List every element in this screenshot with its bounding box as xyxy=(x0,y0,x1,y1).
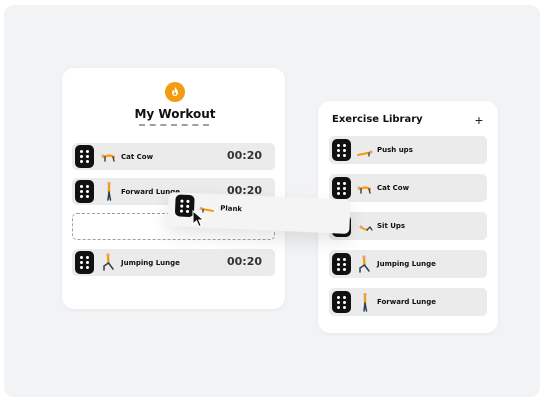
forward-lunge-figure-icon xyxy=(107,181,112,201)
exercise-name: Jumping Lunge xyxy=(377,260,436,268)
mouse-pointer-icon xyxy=(192,210,205,228)
exercise-timer: 00:20 xyxy=(226,255,262,268)
drag-handle-icon[interactable] xyxy=(332,139,351,161)
sit-up-figure-icon xyxy=(359,225,373,231)
jumping-lunge-figure-icon xyxy=(359,255,370,273)
exercise-name: Cat Cow xyxy=(121,153,154,161)
flame-icon xyxy=(165,82,185,102)
drag-handle-icon[interactable] xyxy=(332,291,351,313)
library-item-push-ups[interactable]: Push ups xyxy=(329,136,487,164)
drag-handle-icon[interactable] xyxy=(75,180,94,203)
drag-handle-icon[interactable] xyxy=(332,177,351,199)
exercise-name: Cat Cow xyxy=(377,184,410,192)
exercise-timer: 00:20 xyxy=(226,149,262,162)
workout-title: My Workout xyxy=(134,107,216,121)
exercise-name: Jumping Lunge xyxy=(121,259,180,267)
library-item-cat-cow[interactable]: Cat Cow xyxy=(329,174,487,202)
library-title: Exercise Library xyxy=(332,114,423,125)
exercise-name: Plank xyxy=(219,204,243,214)
forward-lunge-figure-icon xyxy=(363,292,368,312)
cat-cow-figure-icon xyxy=(357,186,372,194)
push-up-figure-icon xyxy=(357,150,373,157)
library-item-jumping-lunge[interactable]: Jumping Lunge xyxy=(329,250,487,278)
add-exercise-button[interactable]: + xyxy=(472,113,486,127)
cat-cow-figure-icon xyxy=(101,154,116,162)
exercise-name: Forward Lunge xyxy=(377,298,437,306)
workout-row-cat-cow[interactable]: Cat Cow 00:20 xyxy=(72,143,275,170)
jumping-lunge-figure-icon xyxy=(103,253,114,271)
library-item-forward-lunge[interactable]: Forward Lunge xyxy=(329,288,487,316)
workout-row-jumping-lunge[interactable]: Jumping Lunge 00:20 xyxy=(72,249,275,276)
exercise-name: Sit Ups xyxy=(377,222,406,230)
exercise-name: Push ups xyxy=(377,146,413,154)
title-underline xyxy=(139,124,209,126)
drag-handle-icon[interactable] xyxy=(332,253,351,275)
drag-handle-icon[interactable] xyxy=(75,251,94,274)
drag-handle-icon[interactable] xyxy=(75,145,94,168)
library-item-sit-ups[interactable]: Sit Ups xyxy=(329,212,487,240)
